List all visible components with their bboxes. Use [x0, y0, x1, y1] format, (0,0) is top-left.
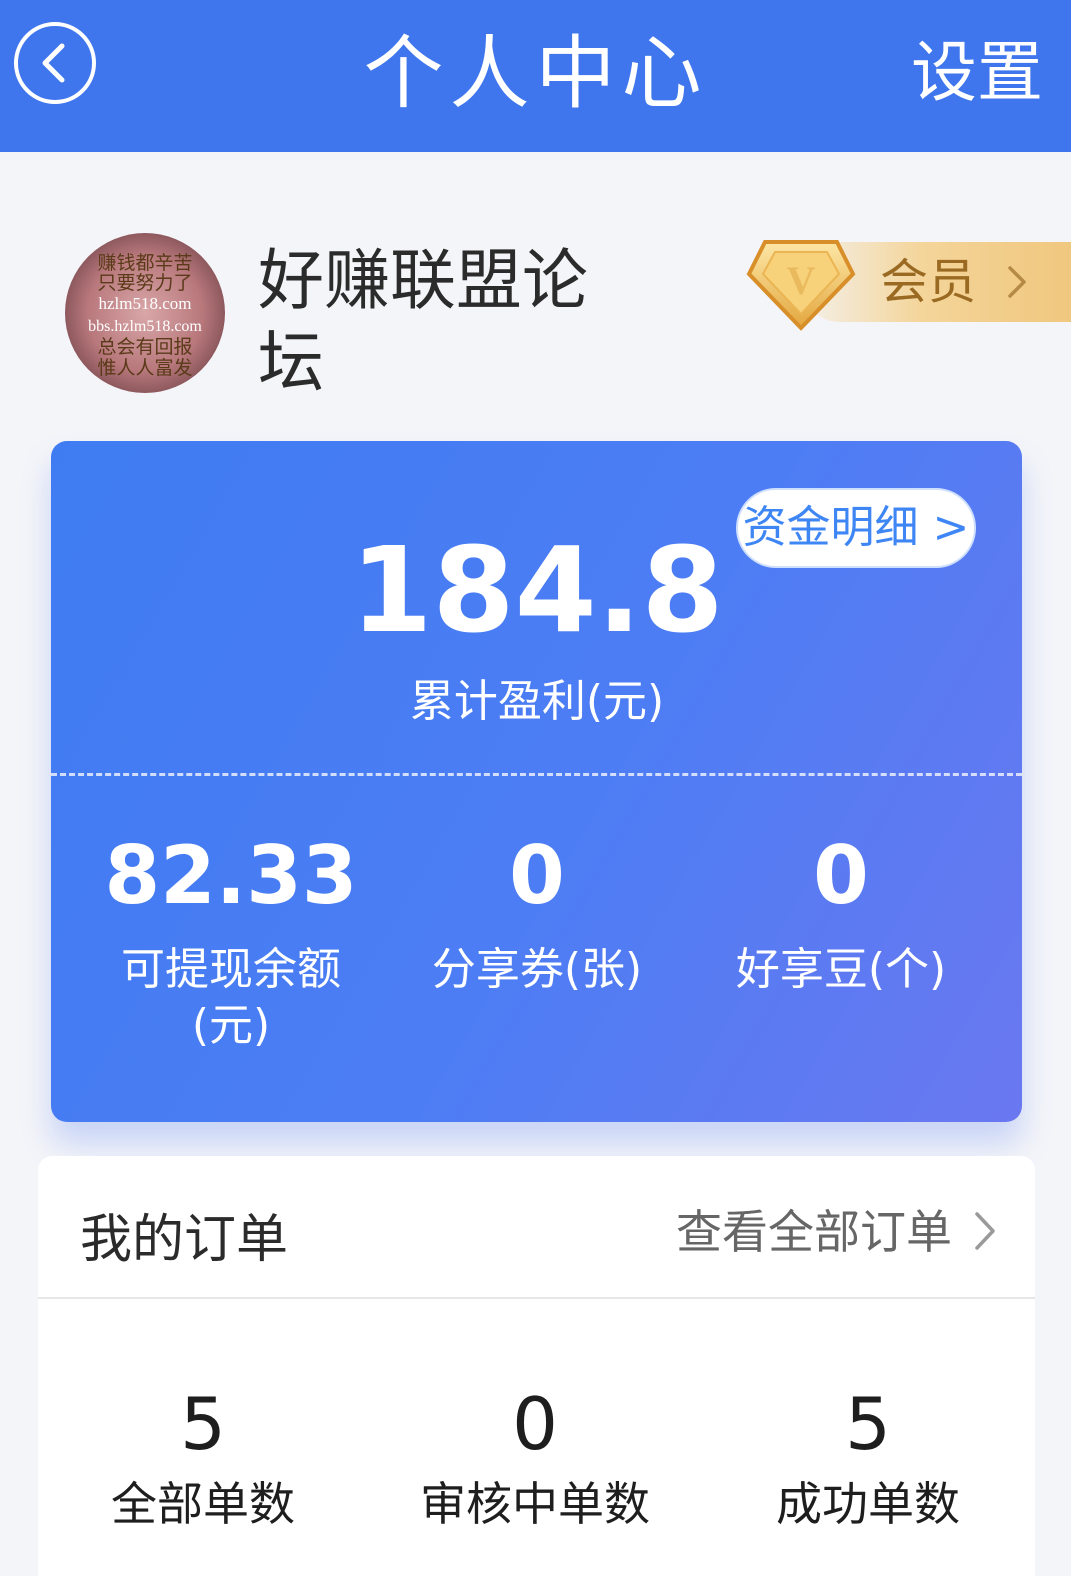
avatar-image: 赚钱都辛苦 只要努力了 hzlm518.com bbs.hzlm518.com …: [65, 233, 225, 393]
avatar-line-2: 只要努力了: [97, 272, 192, 294]
avatar-line-6: 惟人人富发: [97, 357, 192, 379]
order-stat-success-value: 5: [845, 1382, 891, 1466]
withdrawable-balance-label: 可提现余额(元): [121, 944, 341, 1051]
share-coupons-value: 0: [509, 829, 565, 922]
top-bar: 个人中心 设置: [0, 0, 1071, 152]
avatar-line-3: hzlm518.com: [98, 294, 191, 313]
total-profit-label: 累计盈利(元): [409, 676, 665, 727]
settings-button[interactable]: 设置: [911, 30, 1043, 116]
order-stat-all-value: 5: [180, 1382, 226, 1466]
username: 好赚联盟论坛: [258, 242, 588, 401]
share-beans-label: 好享豆(个): [735, 944, 947, 995]
order-stat-success[interactable]: 5 成功单数: [703, 1380, 1033, 1534]
vip-diamond-icon: V: [746, 240, 856, 331]
order-stat-reviewing[interactable]: 0 审核中单数: [370, 1380, 700, 1534]
order-stat-reviewing-label: 审核中单数: [420, 1477, 650, 1531]
share-beans-value: 0: [813, 829, 869, 922]
share-beans[interactable]: 0 好享豆(个): [676, 830, 1006, 998]
total-profit-value: 184.8: [350, 521, 724, 659]
orders-title: 我的订单: [80, 1210, 289, 1270]
chevron-right-icon[interactable]: [972, 1209, 998, 1253]
orders-divider: [38, 1297, 1035, 1299]
order-stat-all[interactable]: 5 全部单数: [38, 1380, 368, 1534]
view-all-orders-link[interactable]: 查看全部订单: [676, 1200, 952, 1264]
avatar-line-1: 赚钱都辛苦: [97, 252, 192, 274]
order-stat-success-label: 成功单数: [776, 1477, 960, 1531]
avatar-line-5: 总会有回报: [97, 336, 192, 358]
dashed-divider: [51, 773, 1022, 776]
chevron-right-icon: [1008, 266, 1026, 298]
share-coupons[interactable]: 0 分享券(张): [372, 830, 702, 998]
order-stat-all-label: 全部单数: [111, 1477, 295, 1531]
avatar[interactable]: 赚钱都辛苦 只要努力了 hzlm518.com bbs.hzlm518.com …: [65, 233, 225, 393]
order-stat-reviewing-value: 0: [512, 1382, 558, 1466]
share-coupons-label: 分享券(张): [431, 944, 643, 995]
avatar-line-4: bbs.hzlm518.com: [88, 318, 202, 335]
member-label: 会员: [880, 254, 977, 310]
vip-badge-letter: V: [787, 258, 816, 303]
withdrawable-balance-value: 82.33: [104, 829, 358, 922]
withdrawable-balance[interactable]: 82.33 可提现余额(元): [66, 830, 396, 1054]
